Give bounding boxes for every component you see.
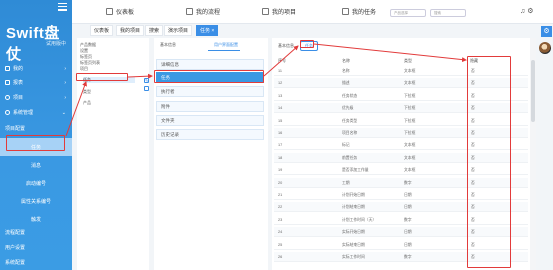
- annotation-arrows: [65, 43, 467, 137]
- app-root: Swift盘仗 试用版中 我的 › 报表 › 项目 › 系统管理 ⌄ 项目配置 任务 消…: [0, 0, 553, 270]
- annotation-arrow: [313, 43, 467, 63]
- annotation-arrow: [263, 45, 299, 77]
- annotation-arrow: [65, 81, 87, 137]
- annotation-arrow: [127, 73, 153, 79]
